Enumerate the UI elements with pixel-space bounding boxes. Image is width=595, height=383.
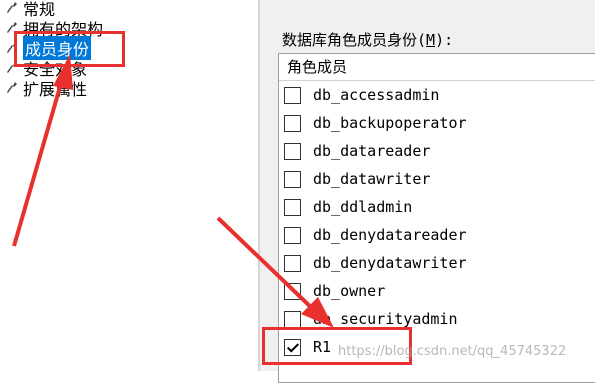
annotation-arrows — [12, 54, 334, 328]
arrow-to-r1 — [216, 216, 334, 328]
arrow-to-membership — [12, 54, 73, 247]
watermark-text: https://blog.csdn.net/qq_45745322 — [338, 344, 567, 359]
